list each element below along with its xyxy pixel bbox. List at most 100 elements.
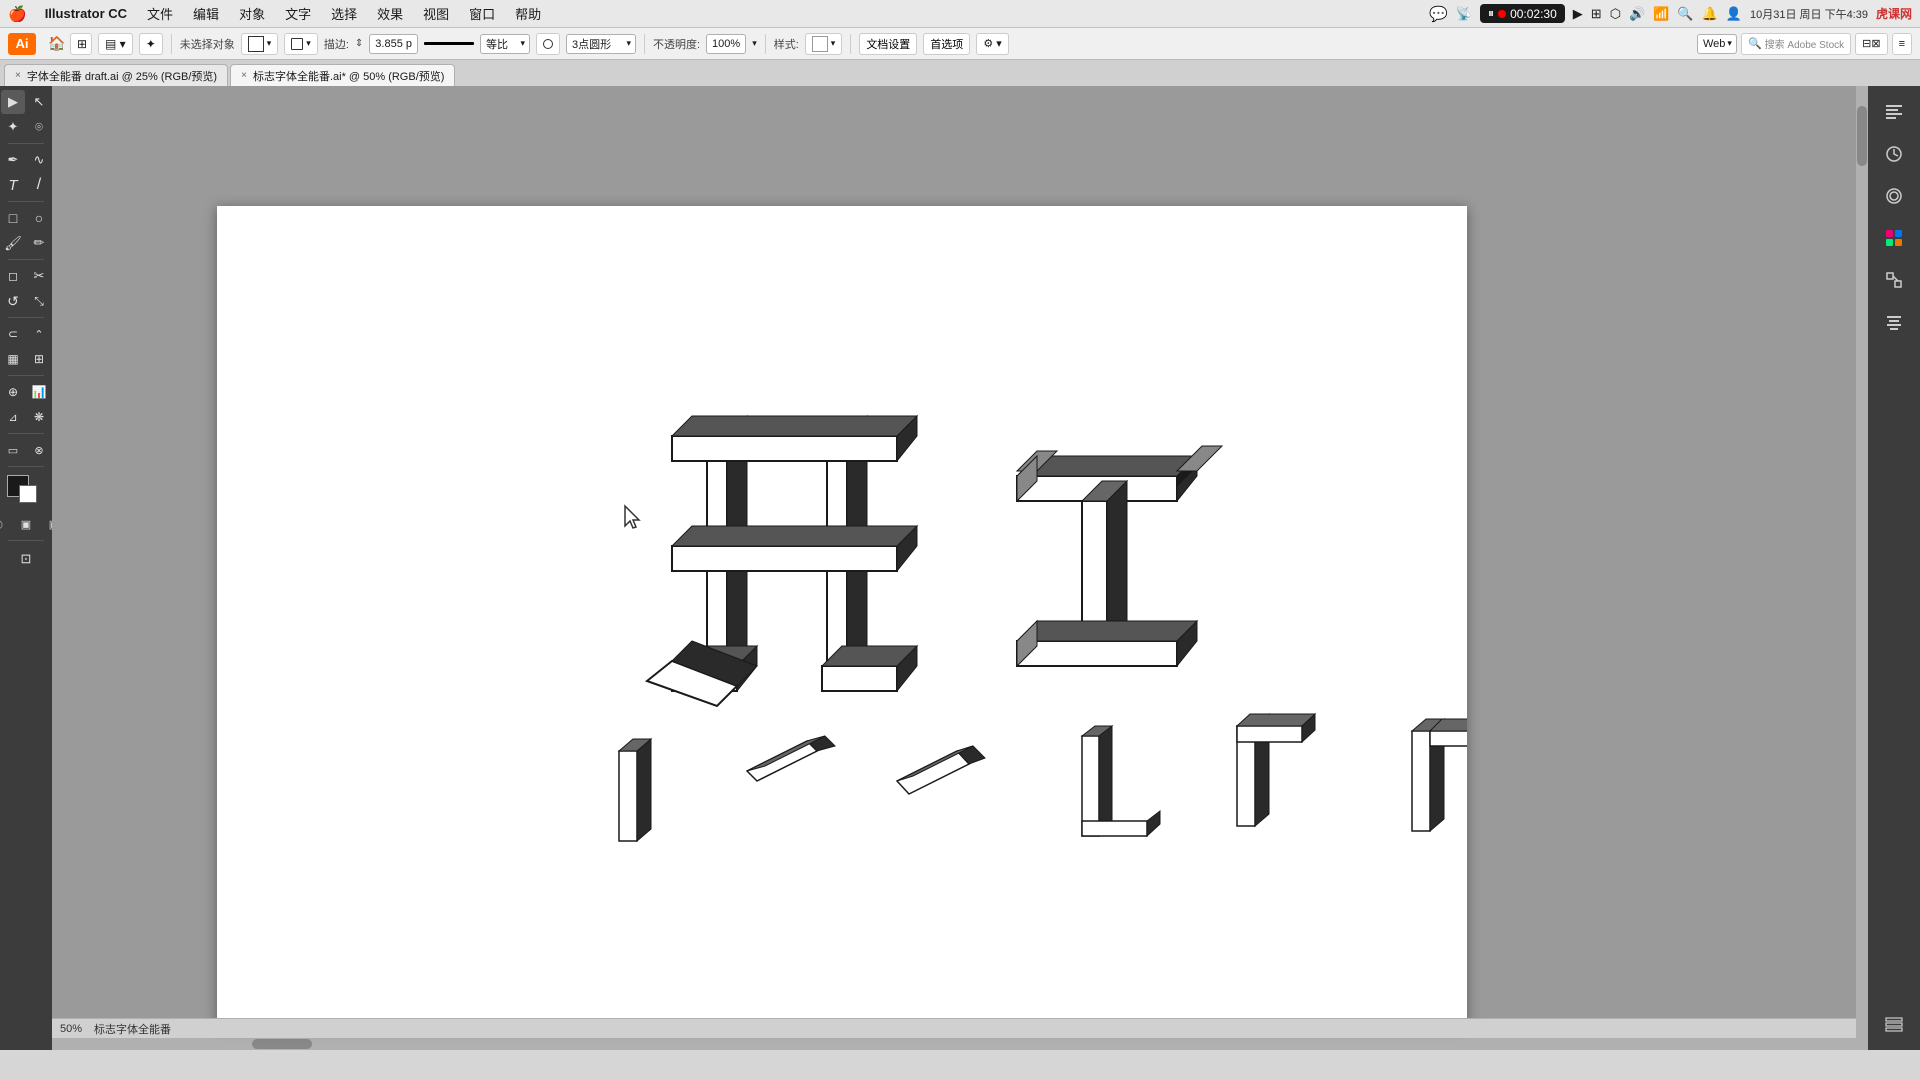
rotate-tool[interactable]: ↺	[1, 289, 25, 313]
small-shape-1[interactable]	[619, 739, 651, 841]
small-shape-4[interactable]	[1082, 726, 1160, 836]
menu-object[interactable]: 对象	[231, 2, 273, 25]
perspective-tool[interactable]: ⊿	[1, 405, 25, 429]
iso-letter-right[interactable]	[1017, 446, 1222, 666]
menu-effect[interactable]: 效果	[369, 2, 411, 25]
ellipse-tool[interactable]: ○	[27, 206, 51, 230]
small-shape-6[interactable]	[1412, 719, 1467, 831]
none-color-btn[interactable]: ⊘	[0, 512, 10, 536]
menu-edit[interactable]: 编辑	[185, 2, 227, 25]
wechat-icon[interactable]: 💬	[1429, 5, 1448, 23]
magic-wand-tool[interactable]: ✦	[1, 115, 25, 139]
toolbar-arrange[interactable]: ▤ ▾	[98, 33, 133, 55]
pen-tool[interactable]: ✒	[1, 148, 25, 172]
opacity-chevron[interactable]: ▾	[752, 38, 757, 49]
toolbar-sep-2	[644, 34, 645, 54]
preferences-btn[interactable]: 首选项	[923, 33, 970, 55]
menu-file[interactable]: 文件	[139, 2, 181, 25]
mesh-tool[interactable]: ⊞	[27, 347, 51, 371]
vertical-scroll-thumb[interactable]	[1857, 106, 1867, 166]
fill-swatch[interactable]: ▾	[241, 33, 279, 55]
appearance-panel-btn[interactable]	[1876, 178, 1912, 214]
app-name[interactable]: Illustrator CC	[37, 4, 135, 23]
background-swatch[interactable]	[19, 485, 37, 503]
menu-window[interactable]: 窗口	[461, 2, 503, 25]
more-tools-btn[interactable]: ⚙ ▾	[976, 33, 1008, 55]
properties-panel-btn[interactable]	[1876, 94, 1912, 130]
brush-shape-btn[interactable]	[536, 33, 560, 55]
symbol-tool[interactable]: ❋	[27, 405, 51, 429]
search-icon[interactable]: 🔍	[1677, 6, 1693, 22]
transform-panel-btn[interactable]	[1876, 262, 1912, 298]
cc-libraries-btn[interactable]	[1876, 136, 1912, 172]
workspace-dropdown[interactable]: Web	[1697, 34, 1737, 54]
toolbar-grid-view[interactable]: ⊞	[70, 33, 92, 55]
volume-icon[interactable]: 🔊	[1629, 6, 1645, 22]
search-btn[interactable]: 🔍 搜索 Adobe Stock	[1741, 33, 1851, 55]
graph-tool[interactable]: 📊	[27, 380, 51, 404]
opacity-value[interactable]: 100%	[706, 34, 746, 54]
color-btn[interactable]: ▣	[14, 512, 38, 536]
curvature-tool[interactable]: ∿	[27, 148, 51, 172]
menu-view[interactable]: 视图	[415, 2, 457, 25]
align-panel-btn[interactable]	[1876, 304, 1912, 340]
vertical-scrollbar[interactable]	[1856, 86, 1868, 1050]
small-shape-3[interactable]	[897, 746, 985, 794]
direct-select-tool[interactable]: ↖	[27, 90, 51, 114]
apple-logo-icon[interactable]: 🍎	[8, 5, 27, 23]
artboard-tool[interactable]: ▭	[1, 438, 25, 462]
toolbar-home-btn[interactable]: 🏠	[42, 33, 64, 55]
doc-setup-btn[interactable]: 文档设置	[859, 33, 917, 55]
gradient-tool[interactable]: ▦	[1, 347, 25, 371]
tab-logo[interactable]: × 标志字体全能番.ai* @ 50% (RGB/预览)	[230, 64, 455, 86]
bluetooth-icon[interactable]: ⬡	[1610, 6, 1621, 22]
menu-text[interactable]: 文字	[277, 2, 319, 25]
paintbrush-tool[interactable]: 🖌	[1, 231, 25, 255]
zoom-display[interactable]: 50%	[60, 1023, 82, 1035]
blob-brush-tool[interactable]: ✏	[27, 231, 51, 255]
scale-tool[interactable]: ⤡	[27, 289, 51, 313]
menu-select[interactable]: 选择	[323, 2, 365, 25]
broadcast-icon[interactable]: 📡	[1456, 6, 1472, 22]
stroke-style-dropdown[interactable]: 等比	[480, 34, 530, 54]
user-avatar[interactable]: 👤	[1726, 6, 1742, 22]
line-tool[interactable]: /	[27, 173, 51, 197]
reshape-tool[interactable]: ⌃	[27, 322, 51, 346]
text-tool[interactable]: T	[1, 173, 25, 197]
grid-icon[interactable]: ⊞	[1591, 6, 1602, 22]
shape-dropdown[interactable]: ▾	[284, 33, 318, 55]
warp-tool[interactable]: ⊂	[1, 322, 25, 346]
scissors-tool[interactable]: ✂	[27, 264, 51, 288]
layers-panel-btn[interactable]	[1876, 1006, 1912, 1042]
horizontal-scrollbar[interactable]	[52, 1038, 1856, 1050]
gradient-swatch-btn[interactable]: ▣	[42, 512, 52, 536]
small-shape-2[interactable]	[747, 736, 835, 781]
artboard-info: 标志字体全能番	[94, 1021, 171, 1037]
group-tool[interactable]: ⊡	[14, 547, 38, 571]
tab-draft[interactable]: × 字体全能番 draft.ai @ 25% (RGB/预览)	[4, 64, 228, 86]
brush-shape-dropdown[interactable]: 3点圆形	[566, 34, 636, 54]
small-shape-5[interactable]	[1237, 714, 1315, 826]
tab-draft-close[interactable]: ×	[15, 70, 21, 81]
slice-tool[interactable]: ⊗	[27, 438, 51, 462]
wifi-icon[interactable]: 📶	[1653, 6, 1669, 22]
shape-builder-tool[interactable]: ⊕	[1, 380, 25, 404]
stroke-value[interactable]: 3.855 p	[369, 34, 418, 54]
panels-toggle[interactable]: ≡	[1892, 33, 1912, 55]
horizontal-scroll-thumb[interactable]	[252, 1039, 312, 1049]
tool-sep-4	[8, 317, 44, 318]
iso-letter-left[interactable]	[647, 416, 917, 706]
audio-icon[interactable]: ▶	[1573, 6, 1583, 22]
notification-icon[interactable]: 🔔	[1702, 6, 1718, 22]
select-tool[interactable]: ▶	[1, 90, 25, 114]
style-swatch[interactable]: ▾	[805, 33, 843, 55]
eraser-tool[interactable]: ◻	[1, 264, 25, 288]
menu-help[interactable]: 帮助	[507, 2, 549, 25]
pause-icon[interactable]: ⏸	[1488, 6, 1494, 21]
toolbar-something[interactable]: ✦	[139, 33, 163, 55]
tab-logo-close[interactable]: ×	[241, 70, 247, 81]
rect-tool[interactable]: □	[1, 206, 25, 230]
lasso-tool[interactable]: ⌾	[27, 115, 51, 139]
color-guide-btn[interactable]	[1876, 220, 1912, 256]
align-distribute-btn[interactable]: ⊟⊠	[1855, 33, 1887, 55]
